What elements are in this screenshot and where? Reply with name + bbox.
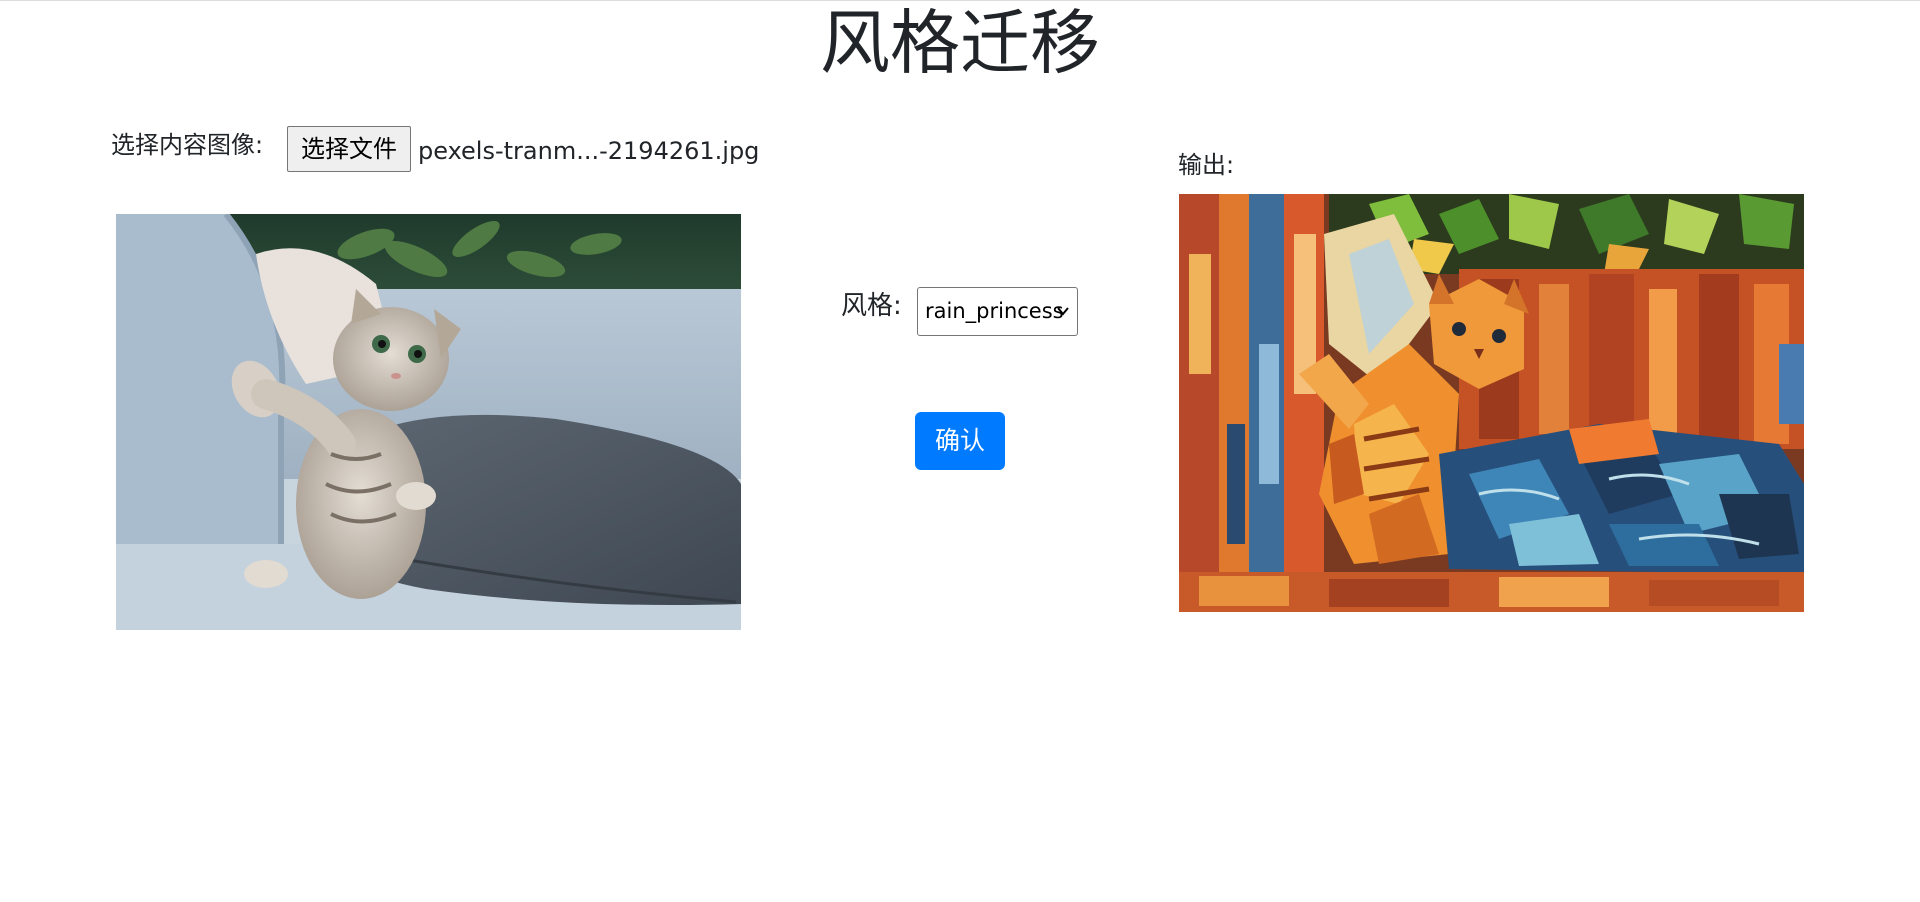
content-image-preview bbox=[116, 214, 741, 630]
stylized-output-photo bbox=[1179, 194, 1804, 612]
style-label: 风格: bbox=[841, 291, 902, 321]
style-select-value: rain_princess bbox=[925, 299, 1064, 323]
confirm-button[interactable]: 确认 bbox=[915, 412, 1005, 470]
content-photo-kitten bbox=[116, 214, 741, 630]
choose-file-button[interactable]: 选择文件 bbox=[287, 126, 411, 172]
content-image-label: 选择内容图像: bbox=[111, 131, 264, 159]
style-select[interactable]: rain_princess bbox=[917, 287, 1078, 336]
output-label: 输出: bbox=[1178, 151, 1235, 179]
chevron-down-icon bbox=[1056, 288, 1070, 335]
output-image-preview bbox=[1179, 194, 1804, 612]
page-title: 风格迁移 bbox=[820, 2, 1100, 84]
selected-file-name: pexels-tranm...-2194261.jpg bbox=[418, 137, 760, 165]
